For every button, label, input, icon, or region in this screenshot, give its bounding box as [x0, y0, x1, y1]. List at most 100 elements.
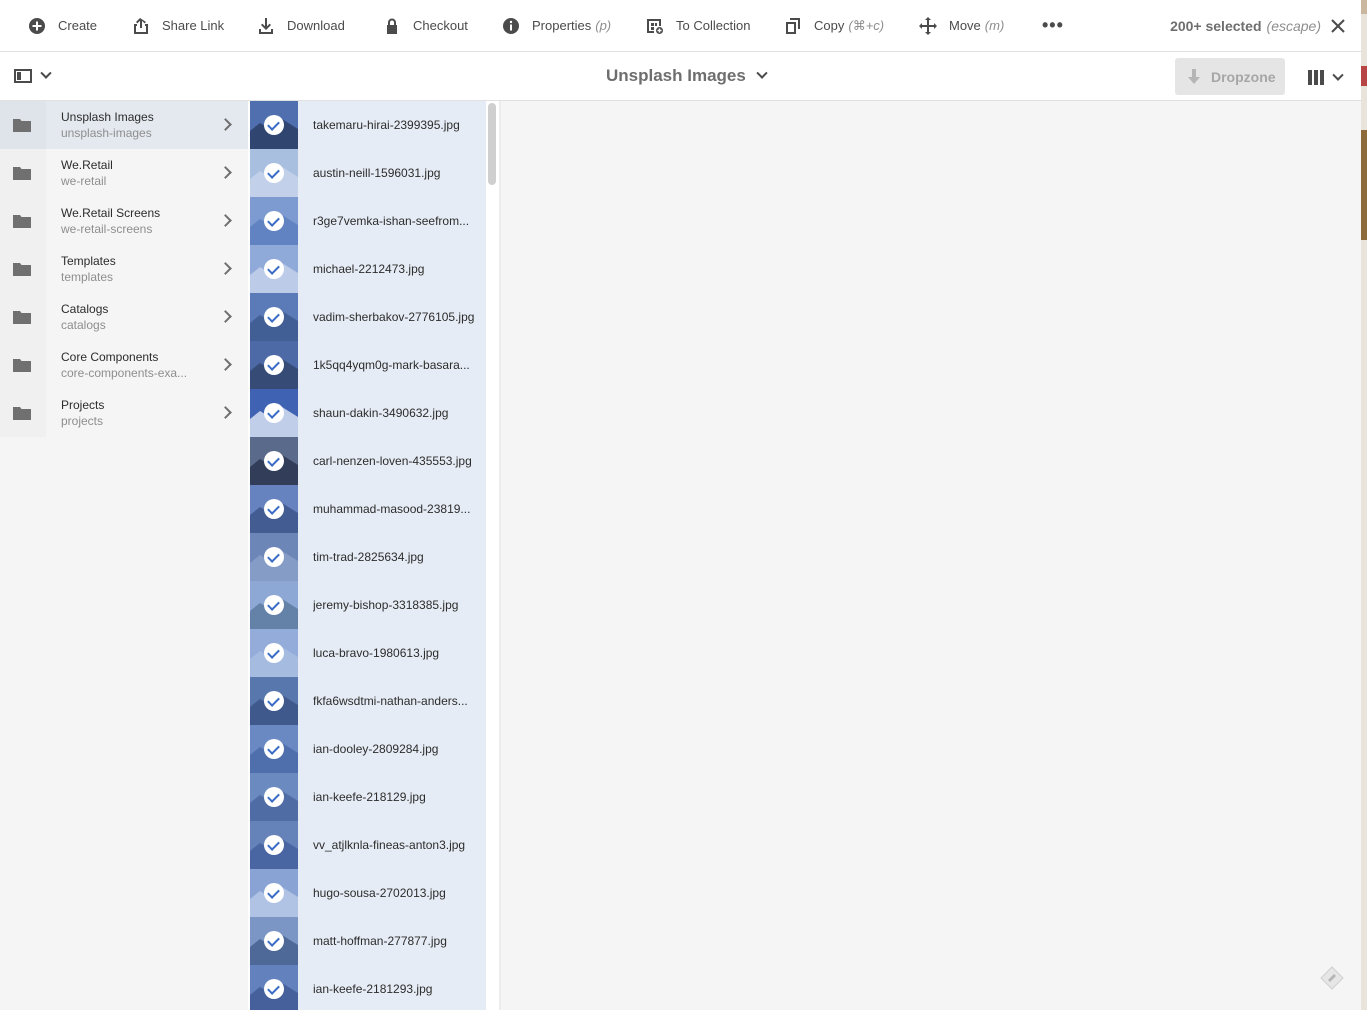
file-item[interactable]: vv_atjlknla-fineas-anton3.jpg — [250, 821, 486, 869]
move-button[interactable]: Move (m) — [919, 0, 1004, 52]
file-item[interactable]: jeremy-bishop-3318385.jpg — [250, 581, 486, 629]
folder-item[interactable]: Projects projects — [0, 389, 248, 437]
file-item[interactable]: vadim-sherbakov-2776105.jpg — [250, 293, 486, 341]
feedback-icon[interactable] — [1320, 966, 1344, 990]
file-item[interactable]: shaun-dakin-3490632.jpg — [250, 389, 486, 437]
share-icon — [134, 17, 148, 34]
folder-title: Unsplash Images — [61, 110, 154, 124]
file-name: muhammad-masood-23819... — [313, 502, 471, 516]
to-collection-label: To Collection — [676, 18, 751, 33]
file-item[interactable]: muhammad-masood-23819... — [250, 485, 486, 533]
file-name: austin-neill-1596031.jpg — [313, 166, 441, 180]
chevron-right-icon[interactable] — [219, 118, 232, 131]
file-item[interactable]: michael-2212473.jpg — [250, 245, 486, 293]
file-item[interactable]: matt-hoffman-277877.jpg — [250, 917, 486, 965]
collection-add-icon — [647, 18, 663, 34]
checkmark-icon[interactable] — [264, 787, 284, 807]
checkmark-icon[interactable] — [264, 595, 284, 615]
dropzone-button[interactable]: Dropzone — [1175, 58, 1285, 95]
checkmark-icon[interactable] — [264, 883, 284, 903]
file-item[interactable]: ian-keefe-218129.jpg — [250, 773, 486, 821]
folder-icon — [13, 359, 31, 372]
file-name: takemaru-hirai-2399395.jpg — [313, 118, 460, 132]
folder-icon — [13, 119, 31, 132]
checkmark-icon[interactable] — [264, 691, 284, 711]
file-item[interactable]: takemaru-hirai-2399395.jpg — [250, 101, 486, 149]
file-item[interactable]: ian-keefe-2181293.jpg — [250, 965, 486, 1010]
download-icon — [259, 17, 273, 34]
file-name: matt-hoffman-277877.jpg — [313, 934, 447, 948]
page-title[interactable]: Unsplash Images — [606, 66, 768, 86]
file-thumbnail — [250, 677, 298, 725]
file-item[interactable]: ian-dooley-2809284.jpg — [250, 725, 486, 773]
folder-item[interactable]: We.Retail Screens we-retail-screens — [0, 197, 248, 245]
chevron-right-icon[interactable] — [219, 358, 232, 371]
properties-button[interactable]: Properties (p) — [502, 0, 611, 52]
checkmark-icon[interactable] — [264, 451, 284, 471]
chevron-right-icon[interactable] — [219, 406, 232, 419]
folder-item[interactable]: We.Retail we-retail — [0, 149, 248, 197]
file-item[interactable]: carl-nenzen-loven-435553.jpg — [250, 437, 486, 485]
share-link-button[interactable]: Share Link — [132, 0, 224, 52]
folder-name: templates — [61, 270, 114, 284]
checkmark-icon[interactable] — [264, 979, 284, 999]
file-name: ian-keefe-2181293.jpg — [313, 982, 433, 996]
folder-name: we-retail — [61, 174, 107, 188]
folder-item[interactable]: Templates templates — [0, 245, 248, 293]
more-actions-button[interactable]: ••• — [1042, 0, 1064, 52]
preview-column — [499, 101, 1361, 1010]
chevron-right-icon[interactable] — [219, 166, 232, 179]
checkmark-icon[interactable] — [264, 163, 284, 183]
download-label: Download — [287, 18, 345, 33]
checkmark-icon[interactable] — [264, 739, 284, 759]
checkmark-icon[interactable] — [264, 931, 284, 951]
file-thumbnail — [250, 245, 298, 293]
folder-item[interactable]: Catalogs catalogs — [0, 293, 248, 341]
chevron-right-icon[interactable] — [219, 262, 232, 275]
file-item[interactable]: tim-trad-2825634.jpg — [250, 533, 486, 581]
file-item[interactable]: hugo-sousa-2702013.jpg — [250, 869, 486, 917]
folder-title: Catalogs — [61, 302, 109, 316]
move-arrows-icon — [919, 16, 937, 35]
file-name: vadim-sherbakov-2776105.jpg — [313, 310, 475, 324]
chevron-down-icon — [1332, 69, 1344, 81]
checkmark-icon[interactable] — [264, 355, 284, 375]
folder-name: catalogs — [61, 318, 106, 332]
checkout-button[interactable]: Checkout — [383, 0, 468, 52]
file-item[interactable]: austin-neill-1596031.jpg — [250, 149, 486, 197]
file-thumbnail — [250, 581, 298, 629]
file-name: luca-bravo-1980613.jpg — [313, 646, 440, 660]
folder-item[interactable]: Core Components core-components-exa... — [0, 341, 248, 389]
checkmark-icon[interactable] — [264, 259, 284, 279]
checkmark-icon[interactable] — [264, 643, 284, 663]
chevron-right-icon[interactable] — [219, 310, 232, 323]
chevron-right-icon[interactable] — [219, 214, 232, 227]
to-collection-button[interactable]: To Collection — [646, 0, 750, 52]
copy-button[interactable]: Copy (⌘+c) — [784, 0, 884, 52]
rail-toggle-button[interactable] — [14, 67, 52, 83]
checkmark-icon[interactable] — [264, 835, 284, 855]
file-thumbnail — [250, 101, 298, 149]
move-shortcut: (m) — [984, 18, 1005, 33]
view-switcher[interactable] — [1308, 69, 1344, 85]
create-button[interactable]: Create — [28, 0, 97, 52]
file-name: ian-keefe-218129.jpg — [313, 790, 426, 804]
file-thumbnail — [250, 917, 298, 965]
file-thumbnail — [250, 485, 298, 533]
checkmark-icon[interactable] — [264, 547, 284, 567]
checkmark-icon[interactable] — [264, 211, 284, 231]
file-item[interactable]: 1k5qq4yqm0g-mark-basara... — [250, 341, 486, 389]
checkmark-icon[interactable] — [264, 499, 284, 519]
folder-thumbnail — [0, 197, 46, 245]
file-item[interactable]: luca-bravo-1980613.jpg — [250, 629, 486, 677]
download-button[interactable]: Download — [257, 0, 345, 52]
folder-item[interactable]: Unsplash Images unsplash-images — [0, 101, 248, 149]
file-item[interactable]: fkfa6wsdtmi-nathan-anders... — [250, 677, 486, 725]
scrollbar[interactable] — [488, 103, 496, 185]
close-selection-button[interactable] — [1329, 17, 1347, 35]
file-item[interactable]: r3ge7vemka-ishan-seefrom... — [250, 197, 486, 245]
checkmark-icon[interactable] — [264, 307, 284, 327]
checkmark-icon[interactable] — [264, 403, 284, 423]
file-column: takemaru-hirai-2399395.jpg austin-neill-1… — [250, 101, 486, 1010]
checkmark-icon[interactable] — [264, 115, 284, 135]
